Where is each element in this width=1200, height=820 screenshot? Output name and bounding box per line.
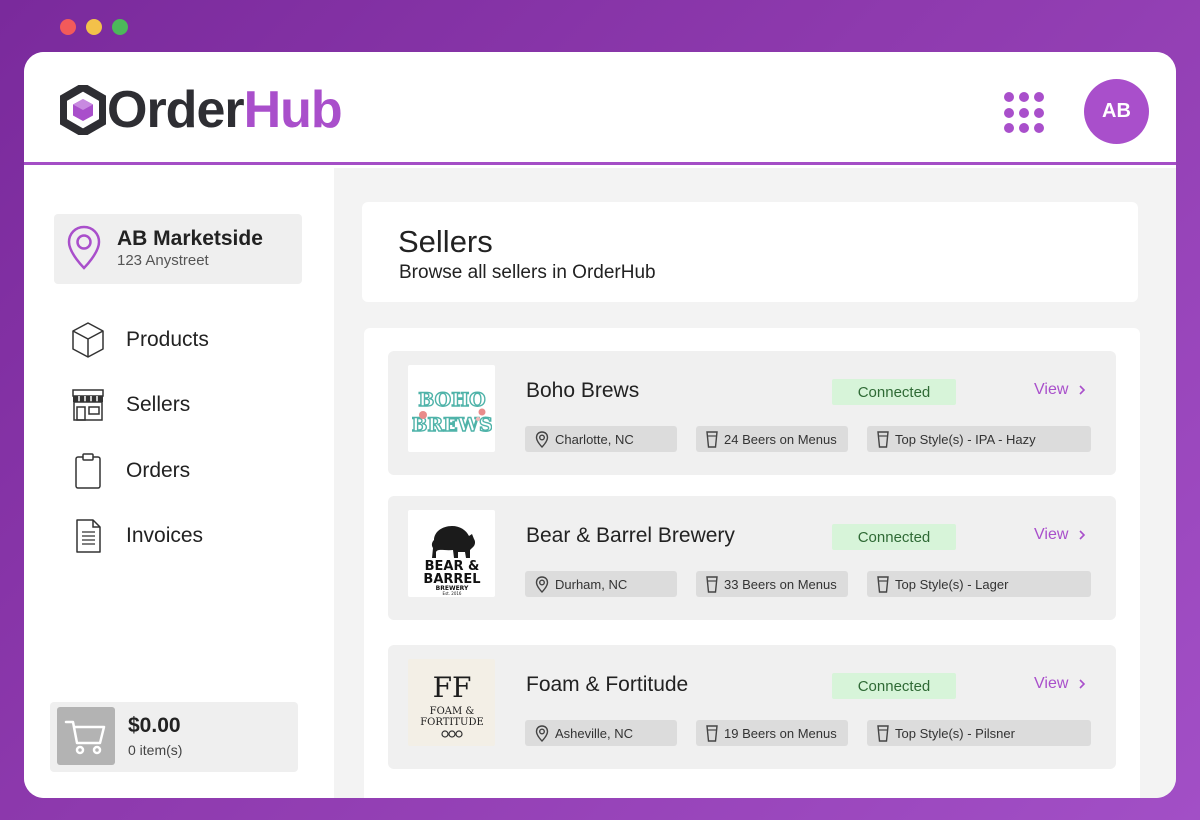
view-link-label: View [1034,381,1069,398]
chevron-right-icon [1079,679,1086,689]
seller-style-chip: Top Style(s) - Lager [867,571,1091,597]
view-seller-link[interactable]: View [1034,526,1086,544]
logo-text-line1: BOHO [418,389,485,411]
chevron-right-icon [1079,530,1086,540]
sidebar-item-label: Sellers [126,393,191,416]
cube-icon [70,320,106,360]
orderhub-logo[interactable]: Order Hub [60,81,343,139]
seller-logo: BEAR & BARREL BREWERY Est. 2016 [408,510,495,597]
sidebar: AB Marketside 123 Anystreet Products Sel… [24,168,334,798]
seller-card-boho-brews[interactable]: BOHO BREWS Boho Brews Connected View Cha… [388,351,1116,475]
document-icon [70,516,106,556]
view-link-label: View [1034,526,1069,543]
seller-logo: BOHO BREWS [408,365,495,452]
location-address: 123 Anystreet [117,252,209,269]
close-window-button[interactable] [60,19,76,35]
main-content: Sellers Browse all sellers in OrderHub B… [334,168,1176,798]
chip-label: Top Style(s) - IPA - Hazy [895,431,1036,447]
pint-glass-icon [877,724,889,742]
sidebar-item-orders[interactable]: Orders [70,451,190,491]
pint-glass-icon [706,724,718,742]
sidebar-item-label: Orders [126,459,191,482]
minimize-window-button[interactable] [86,19,102,35]
chip-label: Charlotte, NC [555,431,634,447]
seller-beers-chip: 19 Beers on Menus [696,720,848,746]
logo-hexagon-icon [60,85,106,135]
sidebar-item-sellers[interactable]: Sellers [70,385,190,425]
cart-item-count: 0 item(s) [128,742,183,758]
view-seller-link[interactable]: View [1034,381,1086,399]
chip-label: 24 Beers on Menus [724,431,837,447]
pint-glass-icon [877,430,889,448]
logo-text-line2: FOAM & [429,706,474,717]
status-badge: Connected [832,379,956,405]
map-pin-icon [535,430,549,448]
cart-summary[interactable]: $0.00 0 item(s) [50,702,298,772]
app-header: Order Hub AB [24,52,1176,165]
seller-name[interactable]: Foam & Fortitude [526,673,688,697]
location-selector[interactable]: AB Marketside 123 Anystreet [54,214,302,284]
map-pin-icon [67,225,101,270]
seller-style-chip: Top Style(s) - IPA - Hazy [867,426,1091,452]
seller-beers-chip: 24 Beers on Menus [696,426,848,452]
cart-icon [57,707,115,765]
user-avatar[interactable]: AB [1084,79,1149,144]
page-subtitle: Browse all sellers in OrderHub [399,262,656,283]
page-title: Sellers [398,224,493,259]
chevron-right-icon [1079,385,1086,395]
view-link-label: View [1034,675,1069,692]
chip-label: Durham, NC [555,576,628,592]
logo-text-hub: Hub [243,81,343,139]
status-badge: Connected [832,524,956,550]
map-pin-icon [535,724,549,742]
chip-label: Top Style(s) - Pilsner [895,725,1015,741]
seller-beers-chip: 33 Beers on Menus [696,571,848,597]
chip-label: 33 Beers on Menus [724,576,837,592]
view-seller-link[interactable]: View [1034,675,1086,693]
seller-location-chip: Asheville, NC [525,720,677,746]
seller-card-foam-fortitude[interactable]: FF FOAM & FORTITUDE Foam & Fortitude Con… [388,645,1116,769]
seller-location-chip: Charlotte, NC [525,426,677,452]
cart-total: $0.00 [128,714,181,737]
window-controls [60,19,128,35]
sidebar-item-label: Invoices [126,524,204,547]
seller-card-bear-barrel[interactable]: BEAR & BARREL BREWERY Est. 2016 Bear & B… [388,496,1116,620]
seller-style-chip: Top Style(s) - Pilsner [867,720,1091,746]
logo-text-line4: Est. 2016 [442,591,461,596]
clipboard-icon [70,451,106,491]
storefront-icon [70,385,106,425]
apps-grid-icon[interactable] [1004,92,1046,134]
chip-label: Asheville, NC [555,725,634,741]
map-pin-icon [535,575,549,593]
status-badge: Connected [832,673,956,699]
location-name: AB Marketside [117,227,263,250]
sidebar-item-products[interactable]: Products [70,320,209,360]
logo-text-line1: FF [432,671,471,704]
logo-text-order: Order [107,81,245,139]
seller-name[interactable]: Boho Brews [526,379,639,403]
pint-glass-icon [877,575,889,593]
seller-location-chip: Durham, NC [525,571,677,597]
maximize-window-button[interactable] [112,19,128,35]
seller-name[interactable]: Bear & Barrel Brewery [526,524,735,548]
chip-label: 19 Beers on Menus [724,725,837,741]
sidebar-item-label: Products [126,328,209,351]
seller-logo: FF FOAM & FORTITUDE [408,659,495,746]
sidebar-item-invoices[interactable]: Invoices [70,516,203,556]
pint-glass-icon [706,430,718,448]
chip-label: Top Style(s) - Lager [895,576,1009,592]
sellers-list: BOHO BREWS Boho Brews Connected View Cha… [364,328,1140,798]
pint-glass-icon [706,575,718,593]
page-header: Sellers Browse all sellers in OrderHub [362,202,1138,302]
logo-text-line3: FORTITUDE [420,717,484,728]
app-window: OrderHub AB AB Marketside 123 Anystreet [24,52,1176,798]
